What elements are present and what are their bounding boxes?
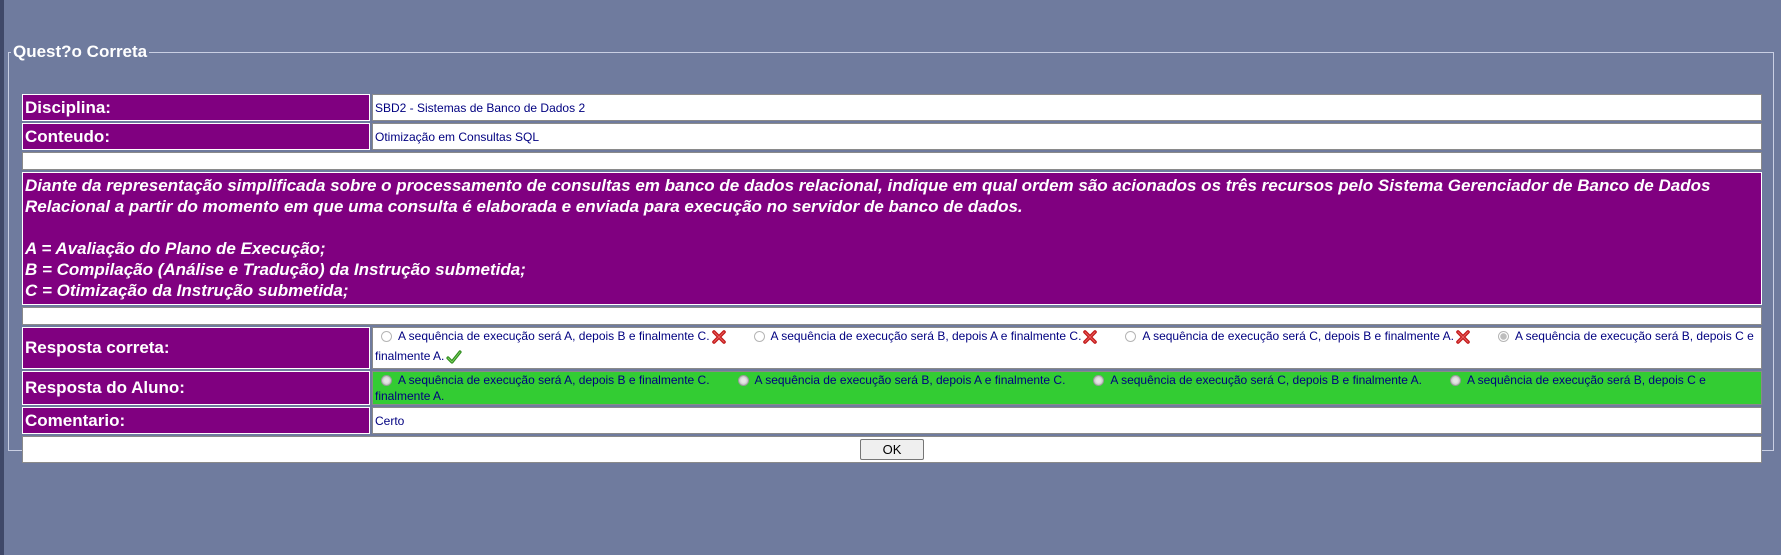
spacer-row	[22, 307, 1762, 325]
resposta-correta-label: Resposta correta:	[22, 327, 370, 369]
wrong-icon	[711, 330, 726, 348]
wrong-icon	[1456, 330, 1470, 348]
option-radio[interactable]	[1093, 375, 1105, 386]
comentario-value: Certo	[372, 407, 1762, 434]
option-radio[interactable]	[737, 375, 749, 386]
option-radio[interactable]	[753, 331, 765, 342]
student-option-3: A sequência de execução será C, depois B…	[1087, 373, 1422, 387]
check-icon	[446, 350, 462, 368]
resposta-correta-row: Resposta correta: A sequência de execuçã…	[22, 327, 1762, 369]
correct-option-2: A sequência de execução será B, depois A…	[748, 329, 1098, 344]
comentario-row: Comentario: Certo	[22, 407, 1762, 434]
option-radio-selected[interactable]	[1497, 331, 1509, 342]
option-label: A sequência de execução será C, depois B…	[1142, 329, 1454, 343]
option-label: A sequência de execução será A, depois B…	[398, 373, 710, 387]
question-table: Disciplina: SBD2 - Sistemas de Banco de …	[20, 92, 1764, 465]
student-option-1: A sequência de execução será A, depois B…	[375, 373, 710, 387]
conteudo-value: Otimização em Consultas SQL	[372, 123, 1762, 150]
disciplina-value: SBD2 - Sistemas de Banco de Dados 2	[372, 94, 1762, 121]
conteudo-row: Conteudo: Otimização em Consultas SQL	[22, 123, 1762, 150]
spacer-row	[22, 152, 1762, 170]
option-radio-selected[interactable]	[1449, 375, 1461, 386]
comentario-label: Comentario:	[22, 407, 370, 434]
option-radio[interactable]	[1125, 331, 1137, 342]
ok-button[interactable]: OK	[860, 439, 924, 460]
option-radio[interactable]	[381, 331, 392, 342]
correct-option-3: A sequência de execução será C, depois B…	[1119, 329, 1470, 344]
wrong-icon	[1083, 330, 1098, 348]
resposta-aluno-label: Resposta do Aluno:	[22, 371, 370, 405]
resposta-aluno-row: Resposta do Aluno: A sequência de execuç…	[22, 371, 1762, 405]
question-item-a: A = Avaliação do Plano de Execução;	[25, 239, 326, 258]
ok-row: OK	[22, 436, 1762, 463]
student-option-2: A sequência de execução será B, depois A…	[732, 373, 1066, 387]
option-label: A sequência de execução será B, depois A…	[754, 373, 1066, 387]
question-fieldset: Quest?o Correta Disciplina: SBD2 - Siste…	[8, 42, 1774, 463]
question-text: Diante da representação simplificada sob…	[22, 172, 1762, 305]
conteudo-label: Conteudo:	[22, 123, 370, 150]
disciplina-row: Disciplina: SBD2 - Sistemas de Banco de …	[22, 94, 1762, 121]
question-item-c: C = Otimização da Instrução submetida;	[25, 281, 349, 300]
disciplina-label: Disciplina:	[22, 94, 370, 121]
fieldset-legend: Quest?o Correta	[13, 42, 148, 61]
correct-option-1: A sequência de execução será A, depois B…	[375, 329, 726, 344]
question-row: Diante da representação simplificada sob…	[22, 172, 1762, 305]
question-item-b: B = Compilação (Análise e Tradução) da I…	[25, 260, 526, 279]
option-label: A sequência de execução será B, depois A…	[770, 329, 1082, 343]
option-radio[interactable]	[381, 375, 392, 386]
window-edge	[0, 0, 4, 555]
ok-cell: OK	[22, 436, 1762, 463]
option-label: A sequência de execução será C, depois B…	[1110, 373, 1422, 387]
question-statement: Diante da representação simplificada sob…	[25, 176, 1711, 216]
option-label: A sequência de execução será A, depois B…	[398, 329, 710, 343]
resposta-correta-options: A sequência de execução será A, depois B…	[372, 327, 1762, 369]
resposta-aluno-options: A sequência de execução será A, depois B…	[372, 371, 1762, 405]
